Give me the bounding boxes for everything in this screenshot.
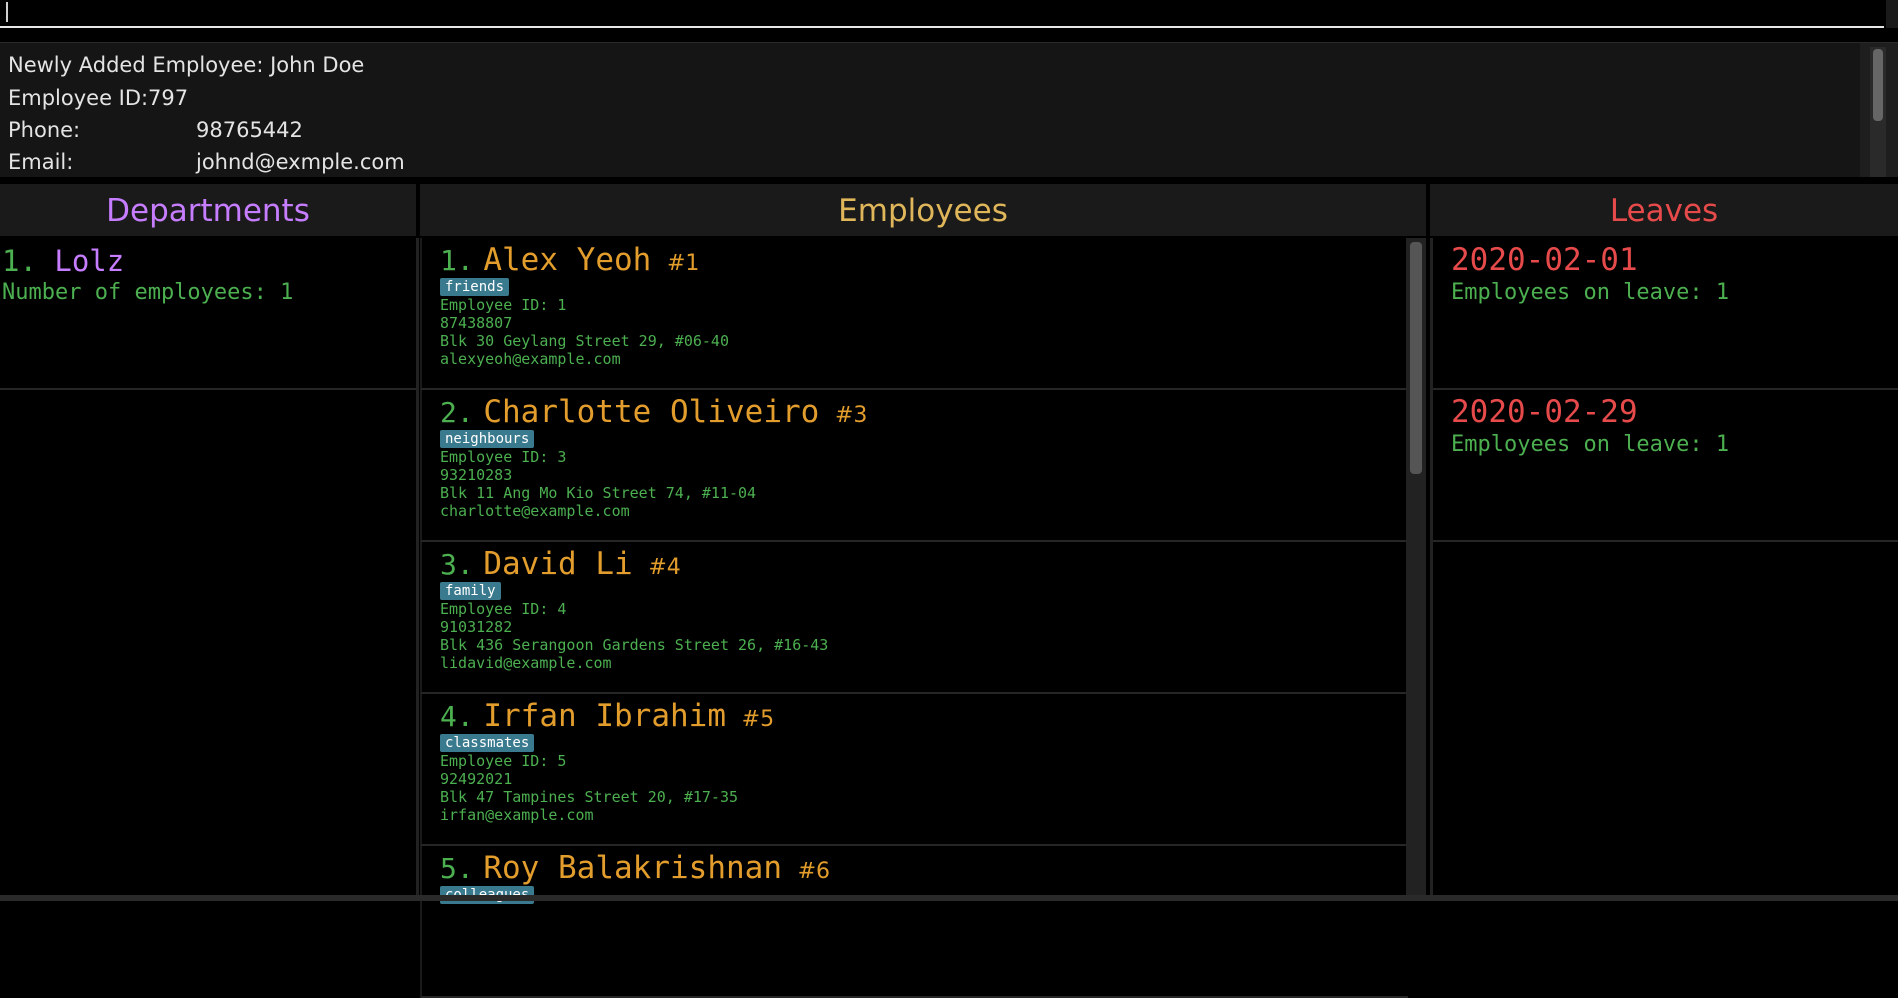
- employee-tag: classmates: [440, 734, 535, 752]
- leaves-header: Leaves: [1430, 184, 1898, 236]
- employee-name: Charlotte Oliveiro: [483, 394, 820, 430]
- employee-tag: neighbours: [440, 430, 535, 448]
- employee-card[interactable]: 5. Roy Balakrishnan #6 colleagues: [420, 846, 1408, 998]
- employee-email: charlotte@example.com: [440, 502, 630, 520]
- result-email-value: johnd@exmple.com: [196, 150, 405, 174]
- department-name-text: Lolz: [54, 244, 125, 278]
- department-list[interactable]: 1. Lolz Number of employees: 1: [0, 238, 419, 895]
- employee-id: Employee ID: 5: [440, 752, 567, 770]
- employee-hash-id: #3: [834, 403, 868, 428]
- employee-name: Roy Balakrishnan: [483, 850, 782, 886]
- employee-index: 3.: [440, 548, 474, 581]
- employee-id: Employee ID: 1: [440, 296, 567, 314]
- employee-phone: 91031282: [440, 618, 513, 636]
- employee-tag: friends: [440, 278, 510, 296]
- leave-list[interactable]: 2020-02-01 Employees on leave: 1 2020-02…: [1430, 238, 1898, 895]
- result-phone-label: Phone:: [8, 118, 81, 142]
- department-index: 1.: [2, 244, 37, 278]
- employee-name: Alex Yeoh: [483, 242, 652, 278]
- employee-email: alexyeoh@example.com: [440, 350, 621, 368]
- employee-hash-id: #1: [666, 251, 700, 276]
- result-phone-value: 98765442: [196, 118, 303, 142]
- employee-hash-id: #6: [797, 859, 831, 884]
- employee-name: David Li: [483, 546, 633, 582]
- employee-hash-id: #4: [648, 555, 681, 580]
- leave-card[interactable]: 2020-02-29 Employees on leave: 1: [1433, 390, 1898, 542]
- employee-phone: 93210283: [440, 466, 513, 484]
- employee-id: Employee ID: 3: [440, 448, 567, 466]
- result-text-area[interactable]: Newly Added Employee: John Doe Employee …: [0, 43, 1860, 177]
- employee-name: Irfan Ibrahim: [483, 698, 726, 734]
- command-input-edge: [1886, 0, 1898, 28]
- result-id-label: Employee ID:: [8, 86, 149, 110]
- employee-address: Blk 30 Geylang Street 29, #06-40: [440, 332, 729, 350]
- department-employee-count: Number of employees: 1: [2, 280, 294, 305]
- employee-phone: 92492021: [440, 770, 513, 788]
- employee-card[interactable]: 2. Charlotte Oliveiro #3 neighbours Empl…: [420, 390, 1408, 542]
- employee-email: lidavid@example.com: [440, 654, 612, 672]
- employee-card[interactable]: 4. Irfan Ibrahim #5 classmates Employee …: [420, 694, 1408, 846]
- employee-index: 2.: [440, 396, 474, 429]
- department-name: 1. Lolz: [2, 244, 124, 278]
- employee-address: Blk 436 Serangoon Gardens Street 26, #16…: [440, 636, 829, 654]
- result-id-value: 797: [148, 86, 189, 110]
- leave-date: 2020-02-01: [1451, 242, 1638, 278]
- leave-date: 2020-02-29: [1451, 394, 1638, 430]
- employee-index: 1.: [440, 244, 474, 277]
- employee-email: irfan@example.com: [440, 806, 594, 824]
- employee-title: 3. David Li #4: [440, 546, 681, 582]
- employee-card[interactable]: 3. David Li #4 family Employee ID: 4 910…: [420, 542, 1408, 694]
- leave-card[interactable]: 2020-02-01 Employees on leave: 1: [1433, 238, 1898, 390]
- leave-employee-count: Employees on leave: 1: [1451, 432, 1730, 457]
- result-scrollbar-thumb[interactable]: [1873, 49, 1883, 121]
- employee-tag: family: [440, 582, 501, 600]
- employee-address: Blk 47 Tampines Street 20, #17-35: [440, 788, 739, 806]
- department-card[interactable]: 1. Lolz Number of employees: 1: [0, 238, 416, 390]
- employee-card[interactable]: 1. Alex Yeoh #1 friends Employee ID: 1 8…: [420, 238, 1408, 390]
- window-bottom-edge: [0, 895, 1898, 901]
- employee-title: 5. Roy Balakrishnan #6: [440, 850, 830, 886]
- employee-address: Blk 11 Ang Mo Kio Street 74, #11-04: [440, 484, 757, 502]
- result-line-added: Newly Added Employee: John Doe: [8, 53, 365, 77]
- employee-index: 4.: [440, 700, 474, 733]
- employee-id: Employee ID: 4: [440, 600, 567, 618]
- command-input[interactable]: [0, 0, 1884, 28]
- employee-index: 5.: [440, 852, 474, 885]
- result-display: Newly Added Employee: John Doe Employee …: [0, 42, 1898, 177]
- result-email-label: Email:: [8, 150, 74, 174]
- text-caret: [6, 2, 8, 22]
- employee-list-scrollbar[interactable]: [1406, 238, 1426, 895]
- result-scrollbar[interactable]: [1870, 47, 1886, 177]
- leave-employee-count: Employees on leave: 1: [1451, 280, 1730, 305]
- employee-title: 2. Charlotte Oliveiro #3: [440, 394, 867, 430]
- employee-title: 4. Irfan Ibrahim #5: [440, 698, 774, 734]
- employee-title: 1. Alex Yeoh #1: [440, 242, 699, 278]
- departments-header: Departments: [0, 184, 416, 236]
- employees-header: Employees: [420, 184, 1426, 236]
- employee-hash-id: #5: [741, 707, 775, 732]
- employee-list[interactable]: 1. Alex Yeoh #1 friends Employee ID: 1 8…: [420, 238, 1426, 998]
- employee-list-scrollbar-thumb[interactable]: [1410, 242, 1422, 474]
- employee-phone: 87438807: [440, 314, 513, 332]
